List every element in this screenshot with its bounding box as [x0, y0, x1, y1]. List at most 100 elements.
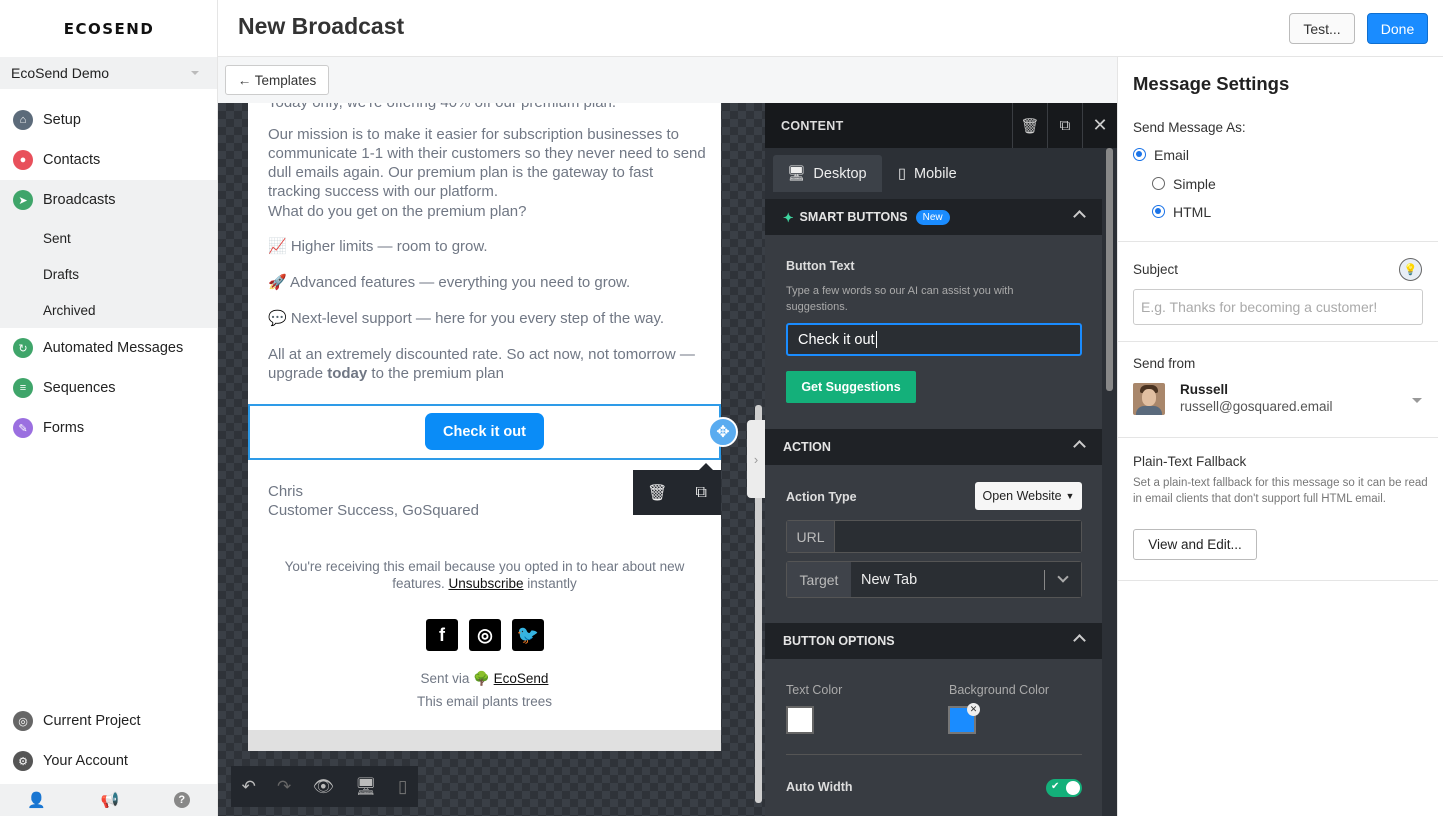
sidebar-footer: 👤 📢 ? — [0, 784, 217, 816]
settings-divider — [1118, 241, 1438, 242]
desktop-view-icon[interactable]: 🖥 — [355, 777, 377, 797]
unsubscribe-link[interactable]: Unsubscribe — [448, 576, 523, 591]
instagram-icon[interactable]: ◎ — [469, 619, 501, 651]
help-icon[interactable]: ? — [173, 792, 190, 808]
url-label: URL — [787, 521, 835, 552]
nav-drafts[interactable]: Drafts — [0, 256, 217, 292]
email-closing[interactable]: All at an extremely discounted rate. So … — [268, 345, 708, 383]
project-selector[interactable]: EcoSend Demo — [0, 57, 217, 89]
email-footer-notice[interactable]: You're receiving this email because you … — [248, 558, 721, 592]
trash-icon[interactable]: 🗑 — [647, 483, 667, 503]
email-paragraph-1[interactable]: Our mission is to make it easier for sub… — [268, 125, 708, 201]
nav-forms[interactable]: ✎ Forms — [0, 408, 217, 448]
move-handle-icon[interactable]: ✥ — [708, 417, 738, 447]
content-panel-title: CONTENT — [781, 118, 844, 133]
app-logo[interactable]: ECOSEND — [0, 0, 218, 57]
sent-via-text: Sent via 🌳 — [420, 671, 494, 686]
social-icons: f ◎ 🐦 — [426, 619, 544, 651]
user-icon[interactable]: 👤 — [27, 791, 46, 809]
nav-current-project[interactable]: ◎ Current Project — [0, 701, 217, 741]
action-type-dropdown[interactable]: Open Website ▼ — [975, 482, 1082, 510]
new-badge: New — [915, 209, 950, 225]
canvas-bottom-toolbar: ↶ ↷ 👁 🖥 ▯ — [231, 766, 418, 807]
mobile-view-icon[interactable]: ▯ — [398, 777, 407, 797]
block-toolbar: 🗑 ⧉ — [633, 463, 721, 515]
email-signature[interactable]: Chris Customer Success, GoSquared — [268, 482, 479, 520]
megaphone-icon[interactable]: 📢 — [100, 791, 119, 809]
email-paragraph-2[interactable]: What do you get on the premium plan? — [268, 202, 708, 221]
button-text-value: Check it out — [798, 331, 875, 348]
duplicate-icon[interactable]: ⧉ — [696, 484, 707, 502]
nav-broadcasts[interactable]: ➤ Broadcasts — [0, 180, 217, 220]
copy-icon[interactable]: ⧉ — [1047, 103, 1082, 148]
url-input[interactable] — [835, 521, 1081, 552]
email-bullet-3[interactable]: 💬 Next-level support — here for you ever… — [268, 309, 708, 328]
collapse-panel-handle[interactable]: › — [747, 420, 765, 498]
refresh-icon: ↻ — [13, 338, 33, 358]
delete-icon[interactable]: 🗑 — [1012, 103, 1047, 148]
view-edit-button[interactable]: View and Edit... — [1133, 529, 1257, 560]
send-from-dropdown-icon[interactable] — [1412, 398, 1422, 403]
email-text-top[interactable]: Today only, we're offering 40% off our p… — [268, 103, 708, 112]
email-bullet-1[interactable]: 📈 Higher limits — room to grow. — [268, 237, 708, 256]
button-options-title: BUTTON OPTIONS — [783, 634, 895, 648]
auto-width-label: Auto Width — [786, 780, 853, 794]
twitter-icon[interactable]: 🐦 — [512, 619, 544, 651]
from-email: russell@gosquared.email — [1180, 399, 1333, 414]
footer-text-b: instantly — [523, 576, 577, 591]
gear-icon: ⚙ — [13, 751, 33, 771]
lightbulb-icon[interactable]: 💡 — [1399, 258, 1422, 281]
action-title: ACTION — [783, 440, 831, 454]
auto-width-toggle[interactable]: ✔ — [1046, 779, 1082, 797]
button-options-header[interactable]: BUTTON OPTIONS — [765, 623, 1102, 659]
test-button[interactable]: Test... — [1289, 13, 1355, 44]
nav-setup[interactable]: ⌂ Setup — [0, 100, 217, 140]
radio-html[interactable] — [1152, 205, 1165, 218]
radio-html-label: HTML — [1173, 204, 1212, 220]
redo-icon[interactable]: ↷ — [277, 777, 291, 797]
button-text-input[interactable]: Check it out — [786, 323, 1082, 356]
clear-color-icon[interactable]: ✕ — [967, 703, 980, 716]
smart-buttons-header[interactable]: ✦ SMART BUTTONS New — [765, 199, 1102, 235]
radio-email[interactable] — [1133, 148, 1146, 161]
nav-contacts[interactable]: ● Contacts — [0, 140, 217, 180]
project-name: EcoSend Demo — [11, 65, 110, 81]
email-bullet-2[interactable]: 🚀 Advanced features — everything you nee… — [268, 273, 708, 292]
facebook-icon[interactable]: f — [426, 619, 458, 651]
smart-buttons-title: SMART BUTTONS — [799, 210, 908, 224]
nav-forms-label: Forms — [43, 420, 85, 436]
action-header[interactable]: ACTION — [765, 429, 1102, 465]
tab-desktop[interactable]: 🖥 Desktop — [773, 155, 882, 192]
nav-archived[interactable]: Archived — [0, 292, 217, 328]
radio-simple[interactable] — [1152, 177, 1165, 190]
chevron-up-icon — [1073, 210, 1086, 223]
text-color-label: Text Color — [786, 683, 843, 697]
preview-eye-icon[interactable]: 👁 — [312, 777, 334, 797]
templates-button[interactable]: ← Templates — [225, 65, 329, 95]
nav-sequences[interactable]: ≡ Sequences — [0, 368, 217, 408]
chevron-down-icon — [191, 71, 199, 75]
ecosend-link[interactable]: EcoSend — [494, 671, 549, 686]
text-color-swatch[interactable] — [786, 706, 814, 734]
cta-button[interactable]: Check it out — [425, 413, 544, 450]
editor-toolbar — [218, 57, 1117, 103]
toggle-knob — [1066, 781, 1080, 795]
subject-input[interactable]: E.g. Thanks for becoming a customer! — [1133, 289, 1423, 325]
target-select[interactable]: New Tab — [851, 562, 1081, 597]
settings-divider — [1118, 341, 1438, 342]
nav-sent[interactable]: Sent — [0, 220, 217, 256]
desktop-icon: 🖥 — [787, 166, 806, 182]
panel-scrollbar[interactable] — [1102, 148, 1117, 816]
nav-your-account[interactable]: ⚙ Your Account — [0, 741, 217, 781]
nav-automated-messages[interactable]: ↻ Automated Messages — [0, 328, 217, 368]
tab-mobile[interactable]: ▯ Mobile — [884, 155, 984, 192]
signature-name: Chris — [268, 483, 304, 500]
get-suggestions-button[interactable]: Get Suggestions — [786, 371, 916, 403]
undo-icon[interactable]: ↶ — [242, 777, 256, 797]
done-button[interactable]: Done — [1367, 13, 1428, 44]
check-icon: ✔ — [1051, 781, 1060, 792]
close-icon[interactable]: ✕ — [1082, 103, 1117, 148]
nav-broadcasts-label: Broadcasts — [43, 192, 116, 208]
url-field: URL — [786, 520, 1082, 553]
panel-scroll-thumb[interactable] — [1106, 148, 1113, 391]
